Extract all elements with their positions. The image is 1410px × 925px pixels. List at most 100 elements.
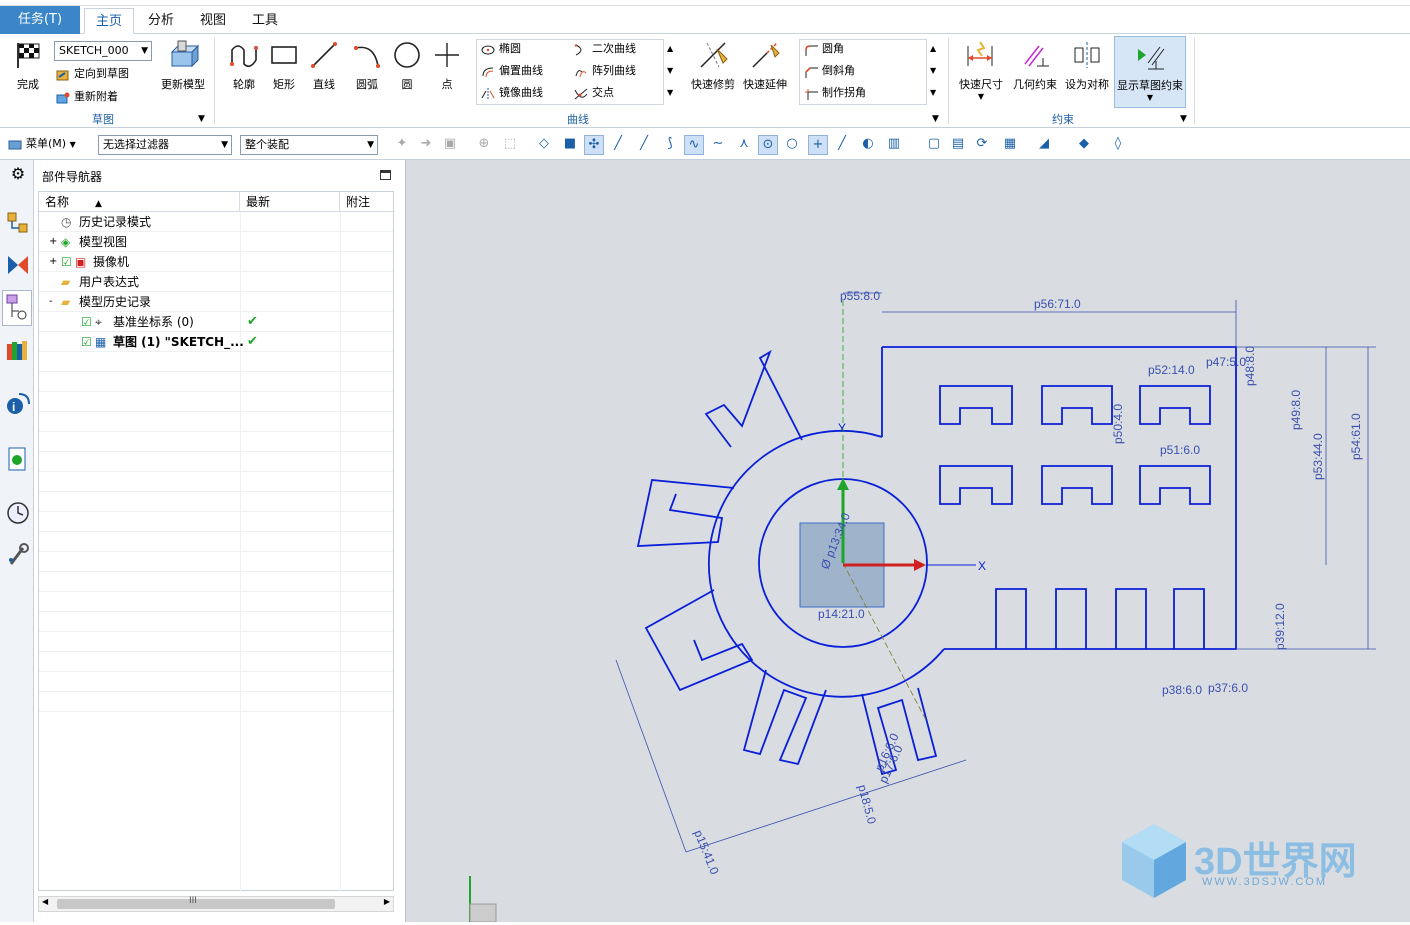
sketch-name-select[interactable]: SKETCH_000 ▼	[54, 41, 152, 61]
ellipse-button[interactable]: 椭圆	[481, 39, 521, 59]
reattach-button[interactable]: 重新附着	[56, 87, 118, 107]
column-header-notes[interactable]: 附注	[340, 192, 393, 212]
constraint-navigator-icon[interactable]	[5, 252, 31, 278]
settings-gear-icon[interactable]: ⚙	[5, 164, 31, 190]
snap-toolbar-button[interactable]: ✦	[392, 135, 412, 155]
orient-to-sketch-button[interactable]: 定向到草图	[56, 64, 129, 84]
gallery-more[interactable]: ▼	[667, 83, 673, 103]
show-sketch-constraints-toggle[interactable]: 显示草图约束 ▼	[1114, 36, 1186, 108]
dimension-label-p51[interactable]: p51:6.0	[1160, 443, 1200, 457]
pattern-curve-button[interactable]: 阵列曲线	[574, 61, 636, 81]
dimension-label-p50[interactable]: p50:4.0	[1111, 404, 1125, 444]
conic-button[interactable]: 二次曲线	[574, 39, 636, 59]
intersection-button[interactable]: 交点	[574, 83, 614, 103]
dimension-label-p47[interactable]: p47:5.0	[1206, 355, 1246, 369]
snap-toolbar-button[interactable]: ╱	[832, 135, 852, 155]
gallery-scroll-up[interactable]: ▲	[667, 39, 673, 59]
tab-tools[interactable]: 工具	[242, 8, 288, 34]
tree-row[interactable]: ☑ ▦ 草图 (1) "SKETCH_... ✔	[39, 332, 393, 352]
visibility-checkbox[interactable]: ☑	[81, 312, 92, 332]
sketch-group-expand[interactable]: ▼	[198, 109, 205, 129]
constraint-group-expand[interactable]: ▼	[1180, 109, 1187, 129]
point-button[interactable]: 点	[430, 36, 464, 92]
collapse-icon[interactable]: -	[49, 292, 53, 312]
scroll-left-icon[interactable]: ◀	[42, 897, 48, 906]
dimension-label-p54[interactable]: p54:61.0	[1349, 413, 1363, 460]
process-studio-icon[interactable]	[5, 542, 31, 568]
snap-toolbar-button[interactable]: ■	[560, 135, 580, 155]
snap-toolbar-button[interactable]: ∿	[684, 135, 704, 155]
snap-toolbar-button[interactable]: ⟆	[660, 135, 680, 155]
sketch-canvas[interactable]: p55:8.0 p56:71.0 p52:14.0 p47:5.0p48:8.0 p49…	[406, 160, 1410, 923]
dimension-label-p52[interactable]: p52:14.0	[1148, 363, 1195, 377]
quick-trim-button[interactable]: 快速修剪	[688, 36, 738, 92]
snap-toolbar-button[interactable]: ⋏	[734, 135, 754, 155]
snap-toolbar-button[interactable]: ▦	[1000, 135, 1020, 155]
corner-gallery-more[interactable]: ▼	[930, 83, 936, 103]
dimension-label-p14[interactable]: p14:21.0	[818, 607, 865, 621]
tab-task[interactable]: 任务(T)	[0, 6, 80, 34]
web-browser-icon[interactable]	[5, 446, 31, 472]
main-menu-button[interactable]: 菜单(M) ▼	[8, 134, 76, 154]
part-navigator-icon[interactable]	[2, 290, 32, 326]
corner-gallery-down[interactable]: ▼	[930, 61, 936, 81]
tab-home[interactable]: 主页	[84, 8, 134, 34]
column-header-name[interactable]: 名称 ▲	[39, 192, 240, 212]
history-clock-icon[interactable]	[5, 500, 31, 526]
curve-group-expand[interactable]: ▼	[932, 109, 939, 129]
snap-toolbar-button[interactable]: ▥	[884, 135, 904, 155]
snap-toolbar-button[interactable]: ◆	[1074, 135, 1094, 155]
scroll-right-icon[interactable]: ▶	[384, 897, 390, 906]
visibility-checkbox[interactable]: ☑	[81, 332, 92, 352]
rectangle-button[interactable]: 矩形	[266, 36, 302, 92]
dimension-label-p56[interactable]: p56:71.0	[1034, 297, 1081, 311]
expand-icon[interactable]: +	[49, 252, 57, 272]
graphics-window[interactable]: p55:8.0 p56:71.0 p52:14.0 p47:5.0 p48:8.0 p49…	[406, 160, 1410, 923]
snap-toolbar-button[interactable]: ∼	[708, 135, 728, 155]
chamfer-button[interactable]: 倒斜角	[804, 61, 855, 81]
corner-gallery-up[interactable]: ▲	[930, 39, 936, 59]
offset-curve-button[interactable]: 偏置曲线	[481, 61, 543, 81]
maximize-icon[interactable]	[380, 170, 391, 180]
tab-view[interactable]: 视图	[190, 8, 236, 34]
dimension-label-p37[interactable]: p37:6.0	[1208, 681, 1248, 695]
tree-row[interactable]: ◷ 历史记录模式	[39, 212, 393, 232]
fillet-button[interactable]: 圆角	[804, 39, 844, 59]
expand-icon[interactable]: +	[49, 232, 57, 252]
horizontal-scrollbar[interactable]: ◀ III ▶	[38, 896, 394, 912]
dimension-label-p38[interactable]: p38:6.0	[1162, 683, 1202, 697]
info-feed-icon[interactable]: i	[5, 390, 31, 416]
tab-analysis[interactable]: 分析	[138, 8, 184, 34]
gallery-scroll-down[interactable]: ▼	[667, 61, 673, 81]
finish-sketch-button[interactable]: 完成	[6, 36, 50, 92]
snap-toolbar-button[interactable]: ◊	[1108, 135, 1128, 155]
column-header-latest[interactable]: 最新	[240, 192, 340, 212]
rapid-dimension-button[interactable]: 快速尺寸 ▼	[956, 36, 1006, 101]
dimension-label-p49[interactable]: p49:8.0	[1289, 390, 1303, 430]
line-button[interactable]: 直线	[306, 36, 342, 92]
tree-row[interactable]: + ◈ 模型视图	[39, 232, 393, 252]
circle-button[interactable]: 圆	[390, 36, 424, 92]
tree-row[interactable]: + ☑ ▣ 摄像机	[39, 252, 393, 272]
tree-row[interactable]: - ▰ 模型历史记录	[39, 292, 393, 312]
snap-toolbar-button[interactable]: ○	[782, 135, 802, 155]
snap-toolbar-button[interactable]: ◢	[1034, 135, 1054, 155]
snap-toolbar-button[interactable]: ▣	[440, 135, 460, 155]
scrollbar-thumb[interactable]: III	[57, 896, 335, 909]
snap-toolbar-button[interactable]: ⟳	[972, 135, 992, 155]
snap-toolbar-button[interactable]: ◐	[858, 135, 878, 155]
snap-toolbar-button[interactable]: ✣	[584, 135, 604, 155]
update-model-button[interactable]: 更新模型	[158, 36, 208, 92]
dimension-label-p15[interactable]: p15:41.0	[691, 828, 722, 877]
snap-toolbar-button[interactable]: ╱	[608, 135, 628, 155]
snap-toolbar-button[interactable]: ╱	[634, 135, 654, 155]
snap-toolbar-button[interactable]: ⊕	[474, 135, 494, 155]
selection-scope-select[interactable]: 整个装配 ▼	[240, 135, 378, 155]
quick-extend-button[interactable]: 快速延伸	[740, 36, 790, 92]
selection-filter-select[interactable]: 无选择过滤器 ▼	[98, 135, 232, 155]
make-symmetric-button[interactable]: 设为对称	[1062, 36, 1112, 92]
arc-button[interactable]: 圆弧	[348, 36, 386, 92]
tree-row[interactable]: ☑ ⌖ 基准坐标系 (0) ✔	[39, 312, 393, 332]
geometric-constraint-button[interactable]: 几何约束	[1010, 36, 1060, 92]
snap-toolbar-button[interactable]: ▢	[924, 135, 944, 155]
